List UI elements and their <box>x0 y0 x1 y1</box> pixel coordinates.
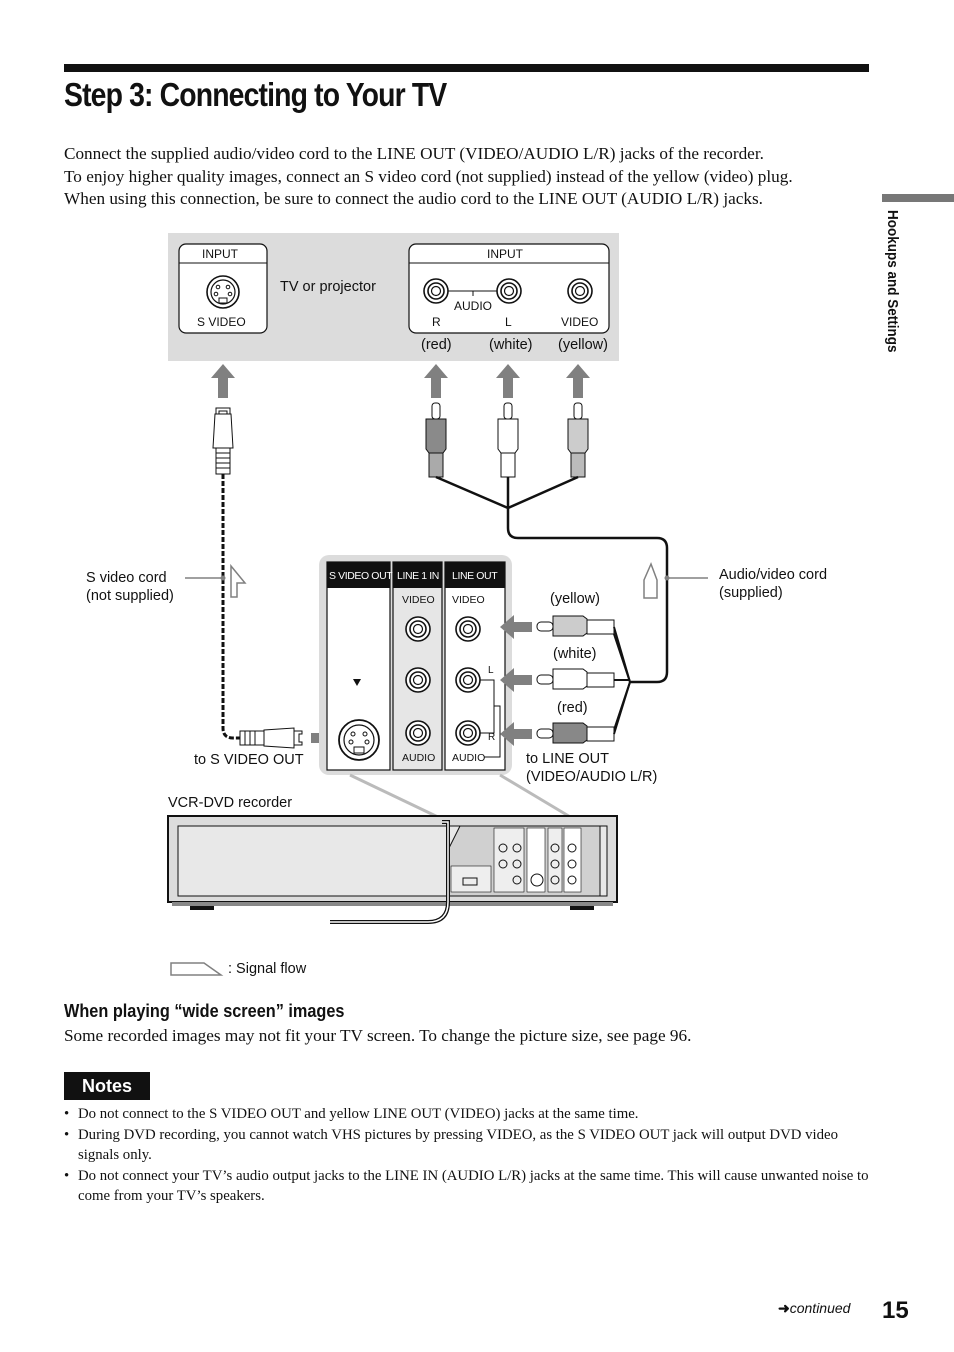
svideo-cord <box>221 474 240 740</box>
plug-white-label: (white) <box>553 646 597 662</box>
tv-white-label: (white) <box>489 337 533 353</box>
tv-red-label: (red) <box>421 337 452 353</box>
to-line-out-label: to LINE OUT <box>526 751 609 767</box>
note-item: During DVD recording, you cannot watch V… <box>64 1125 874 1166</box>
signal-flow-arrow-icon <box>643 562 658 599</box>
panel-r-label: R <box>488 732 496 743</box>
rca-side-plug-red-icon <box>536 722 615 744</box>
tv-label: TV or projector <box>280 279 376 295</box>
tv-av-header: INPUT <box>487 247 523 261</box>
tv-video-label: VIDEO <box>561 315 599 329</box>
av-cord-label: Audio/video cord <box>719 567 828 583</box>
rca-plug-white-icon <box>497 402 519 478</box>
tv-yellow-label: (yellow) <box>558 337 608 353</box>
to-line-out-sublabel: (VIDEO/AUDIO L/R) <box>526 769 658 785</box>
legend-label: : Signal flow <box>228 961 307 977</box>
continued-label: continued <box>789 1300 851 1316</box>
signal-arrow-icon <box>211 364 235 398</box>
plug-yellow-label: (yellow) <box>550 591 600 607</box>
signal-flow-arrow-icon <box>230 563 247 598</box>
tv-svideo-header: INPUT <box>202 247 238 261</box>
signal-arrow-icon <box>496 364 520 398</box>
wide-screen-text: Some recorded images may not fit your TV… <box>64 1026 692 1045</box>
tv-audio-l-jack-icon <box>496 278 522 304</box>
panel-line-out-header: LINE OUT <box>452 570 498 582</box>
av-cord-sublabel: (supplied) <box>719 585 783 601</box>
rca-plug-red-icon <box>425 402 447 478</box>
notes-badge: Notes <box>64 1072 150 1100</box>
svideo-cord-sublabel: (not supplied) <box>86 588 174 604</box>
note-item: Do not connect your TV’s audio output ja… <box>64 1166 874 1207</box>
panel-line1-video-label: VIDEO <box>402 594 435 606</box>
wide-screen-heading: When playing “wide screen” images <box>64 1000 345 1021</box>
tv-video-jack-icon <box>567 278 593 304</box>
page-number: 15 <box>882 1297 909 1324</box>
rca-plug-yellow-icon <box>567 402 589 478</box>
arrow-right-icon: ➜ <box>778 1300 790 1316</box>
lineout-audio-r-jack-icon <box>455 720 481 746</box>
line1-video-jack-icon <box>405 616 431 642</box>
diagram-graphics <box>167 233 708 976</box>
tv-r-label: R <box>432 315 441 329</box>
signal-flow-legend-icon <box>170 962 224 976</box>
continued-indicator: ➜continued <box>778 1300 850 1317</box>
panel-lineout-video-label: VIDEO <box>452 594 485 606</box>
panel-svideo-out-header: S VIDEO OUT <box>329 570 393 582</box>
panel-line1-in-header: LINE 1 IN <box>397 570 439 582</box>
to-svideo-out-label: to S VIDEO OUT <box>194 752 304 768</box>
signal-arrow-icon <box>424 364 448 398</box>
signal-arrow-icon <box>566 364 590 398</box>
lineout-audio-l-jack-icon <box>455 667 481 693</box>
tv-svideo-label: S VIDEO <box>197 315 246 329</box>
line1-audio-r-jack-icon <box>405 720 431 746</box>
lineout-video-jack-icon <box>455 616 481 642</box>
svideo-jack-icon <box>206 275 240 309</box>
svideo-cord-label: S video cord <box>86 570 167 586</box>
panel-line1-audio-label: AUDIO <box>402 752 436 764</box>
note-item: Do not connect to the S VIDEO OUT and ye… <box>64 1104 874 1125</box>
panel-lineout-audio-label: AUDIO <box>452 752 486 764</box>
notes-list: Do not connect to the S VIDEO OUT and ye… <box>64 1104 874 1207</box>
recorder-label: VCR-DVD recorder <box>168 795 293 811</box>
rca-side-plug-white-icon <box>536 668 615 690</box>
vcr-dvd-recorder-icon <box>167 815 618 924</box>
line1-audio-l-jack-icon <box>405 667 431 693</box>
tv-l-label: L <box>505 315 512 329</box>
recorder-svideo-jack-icon <box>338 719 380 761</box>
tv-audio-r-jack-icon <box>423 278 449 304</box>
connection-diagram: INPUT S VIDEO TV or projector INPUT AUDI… <box>0 0 954 1000</box>
rca-side-plug-yellow-icon <box>536 615 615 637</box>
svideo-plug-icon <box>212 407 234 475</box>
tv-audio-label: AUDIO <box>454 299 493 313</box>
svideo-plug-bottom-icon <box>239 727 303 749</box>
plug-red-label: (red) <box>557 700 588 716</box>
panel-l-label: L <box>488 665 494 676</box>
